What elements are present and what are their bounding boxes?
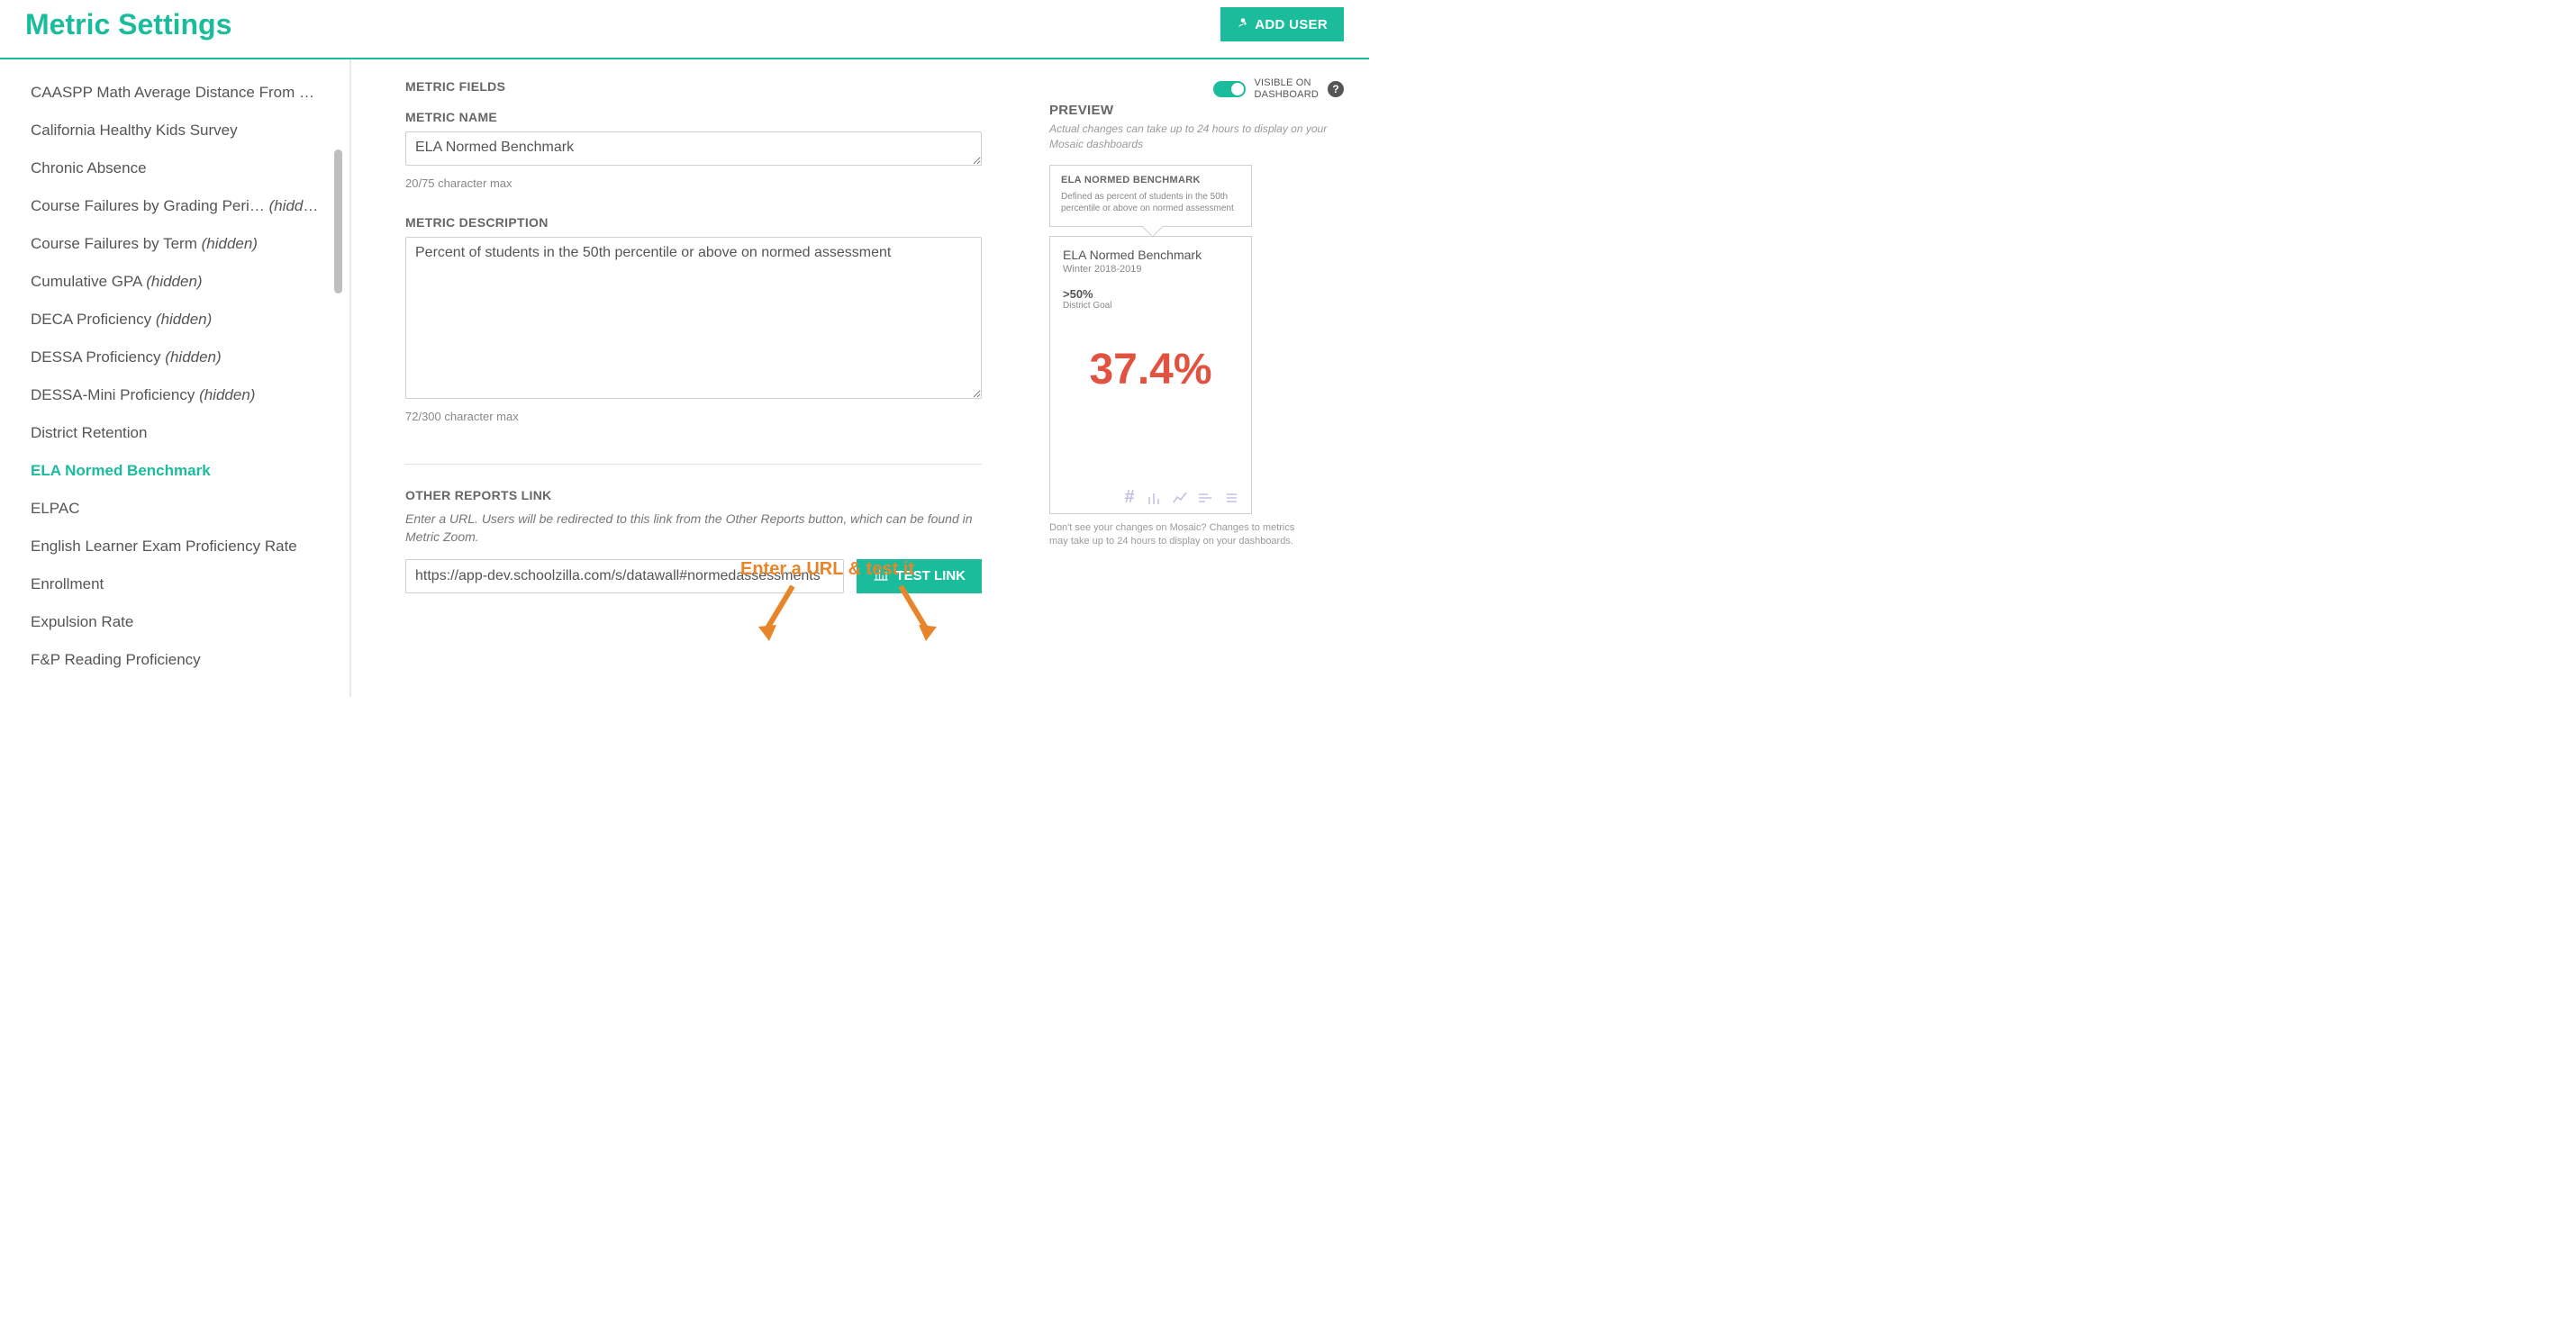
- hidden-tag: (hidden): [199, 386, 255, 403]
- sidebar-item-label: DESSA-Mini Proficiency: [31, 386, 195, 403]
- sidebar-item-label: District Retention: [31, 424, 147, 441]
- hidden-tag: (hidden): [146, 273, 202, 290]
- other-reports-help: Enter a URL. Users will be redirected to…: [405, 510, 982, 547]
- preview-subtext: Actual changes can take up to 24 hours t…: [1049, 122, 1344, 152]
- metric-desc-hint: 72/300 character max: [405, 410, 982, 423]
- sidebar-item-label: Course Failures by Grading Peri…: [31, 197, 265, 214]
- hash-icon[interactable]: #: [1121, 490, 1138, 506]
- bar-chart-icon[interactable]: [1147, 490, 1163, 506]
- hidden-tag: (hidden): [202, 235, 258, 252]
- sidebar-item[interactable]: DECA Proficiency (hidden): [31, 301, 319, 339]
- sidebar-item[interactable]: District Retention: [31, 414, 319, 452]
- sidebar-item[interactable]: CAASPP Math Average Distance From …: [31, 74, 319, 112]
- list-icon[interactable]: [1222, 490, 1238, 506]
- metric-desc-label: METRIC DESCRIPTION: [405, 215, 982, 230]
- preview-metric-card: ELA Normed Benchmark Winter 2018-2019 >5…: [1049, 236, 1252, 514]
- hidden-tag: (hidden): [165, 348, 221, 366]
- hidden-tag: (hidden): [269, 197, 319, 214]
- metric-form: METRIC FIELDS METRIC NAME 20/75 characte…: [405, 79, 982, 670]
- sidebar-item[interactable]: ELA Normed Benchmark: [31, 452, 319, 490]
- preview-tooltip-card: ELA NORMED BENCHMARK Defined as percent …: [1049, 165, 1252, 227]
- sidebar-item-label: DESSA Proficiency: [31, 348, 161, 366]
- sidebar-item-label: Course Failures by Term: [31, 235, 197, 252]
- sidebar-item[interactable]: Cumulative GPA (hidden): [31, 263, 319, 301]
- preview-heading: PREVIEW: [1049, 103, 1344, 118]
- sidebar-item[interactable]: Course Failures by Grading Peri… (hidden…: [31, 187, 319, 225]
- sidebar-item[interactable]: ELPAC: [31, 490, 319, 528]
- sidebar-item-label: F&P Reading Proficiency: [31, 651, 201, 668]
- other-reports-link-label: OTHER REPORTS LINK: [405, 488, 982, 502]
- hidden-tag: (hidden): [156, 311, 212, 328]
- visible-on-dashboard-label: VISIBLE ONDASHBOARD: [1255, 77, 1319, 100]
- progress-bars-icon[interactable]: [1197, 490, 1213, 506]
- line-chart-icon[interactable]: [1172, 490, 1188, 506]
- preview-footnote: Don't see your changes on Mosaic? Change…: [1049, 521, 1302, 549]
- sidebar-scrollbar[interactable]: [334, 149, 342, 294]
- sidebar-item[interactable]: DESSA-Mini Proficiency (hidden): [31, 376, 319, 414]
- sidebar-item-label: English Learner Exam Proficiency Rate: [31, 538, 297, 555]
- add-user-label: ADD USER: [1255, 17, 1328, 32]
- page-title: Metric Settings: [25, 8, 231, 41]
- sidebar-item-label: DECA Proficiency: [31, 311, 151, 328]
- sidebar-item[interactable]: Chronic Absence: [31, 149, 319, 187]
- tooltip-desc: Defined as percent of students in the 50…: [1061, 191, 1240, 215]
- help-icon[interactable]: ?: [1328, 81, 1344, 97]
- card-goal-value: >50%: [1063, 287, 1238, 301]
- sidebar-item-label: ELA Normed Benchmark: [31, 462, 211, 479]
- metric-desc-input[interactable]: [405, 237, 982, 399]
- sidebar-item[interactable]: F&P Reading Proficiency: [31, 641, 319, 679]
- form-divider: [405, 464, 982, 465]
- sidebar-item-label: ELPAC: [31, 500, 80, 517]
- metric-fields-heading: METRIC FIELDS: [405, 79, 982, 94]
- sidebar-item-label: CAASPP Math Average Distance From …: [31, 84, 314, 101]
- sidebar: CAASPP Math Average Distance From … Calif…: [0, 59, 342, 697]
- card-goal-label: District Goal: [1063, 301, 1238, 311]
- sidebar-item[interactable]: California Healthy Kids Survey: [31, 112, 319, 149]
- sidebar-item[interactable]: Course Failures by Term (hidden): [31, 225, 319, 263]
- sidebar-item-label: Expulsion Rate: [31, 613, 133, 630]
- sidebar-item[interactable]: DESSA Proficiency (hidden): [31, 339, 319, 376]
- sidebar-item-label: Enrollment: [31, 575, 104, 592]
- metric-name-label: METRIC NAME: [405, 110, 982, 124]
- visible-on-dashboard-toggle[interactable]: [1213, 81, 1246, 97]
- sidebar-item[interactable]: English Learner Exam Proficiency Rate: [31, 528, 319, 565]
- sidebar-item[interactable]: Expulsion Rate: [31, 603, 319, 641]
- card-kpi-value: 37.4%: [1063, 345, 1238, 394]
- sidebar-item[interactable]: Enrollment: [31, 565, 319, 603]
- sidebar-item-label: Cumulative GPA: [31, 273, 141, 290]
- card-term: Winter 2018-2019: [1063, 264, 1238, 275]
- preview-panel: VISIBLE ONDASHBOARD ? PREVIEW Actual cha…: [982, 79, 1344, 670]
- tooltip-title: ELA NORMED BENCHMARK: [1061, 175, 1240, 185]
- add-user-button[interactable]: ADD USER: [1220, 7, 1344, 41]
- add-user-icon: [1237, 16, 1249, 32]
- metric-name-input[interactable]: [405, 131, 982, 166]
- metric-name-hint: 20/75 character max: [405, 176, 982, 190]
- sidebar-item-label: California Healthy Kids Survey: [31, 122, 238, 139]
- annotation-text: Enter a URL & test it: [740, 559, 914, 580]
- sidebar-item-label: Chronic Absence: [31, 159, 147, 176]
- card-metric-title: ELA Normed Benchmark: [1063, 248, 1238, 262]
